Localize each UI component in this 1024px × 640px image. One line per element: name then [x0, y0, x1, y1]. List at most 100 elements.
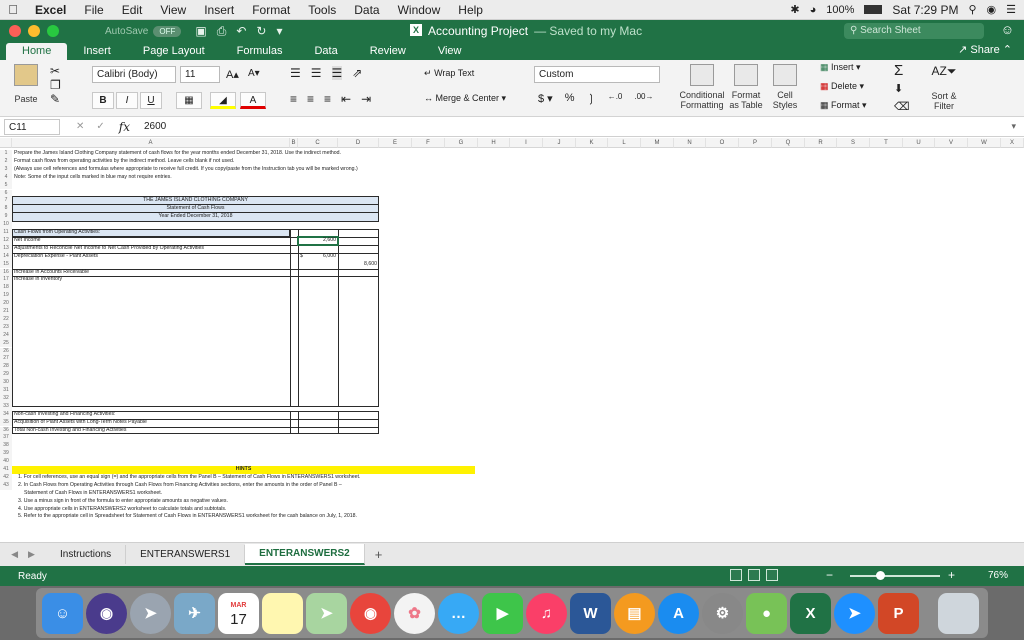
- fill-icon[interactable]: ⬇: [894, 82, 903, 95]
- menu-format[interactable]: Format: [243, 3, 299, 17]
- column-header-v[interactable]: V: [935, 138, 968, 148]
- menu-excel[interactable]: Excel: [26, 3, 75, 17]
- menu-tools[interactable]: Tools: [299, 3, 345, 17]
- percent-style-icon[interactable]: %: [565, 92, 575, 105]
- share-button[interactable]: ↗ Share ⌃: [958, 43, 1012, 56]
- row-header[interactable]: 39: [0, 450, 12, 459]
- row-header[interactable]: 15: [0, 260, 12, 269]
- undo-icon[interactable]: ↶: [236, 24, 246, 39]
- cell-a15[interactable]: Increase in Accounts Receivable: [14, 269, 89, 277]
- row-header[interactable]: 9: [0, 213, 12, 222]
- column-header-k[interactable]: K: [576, 138, 608, 148]
- wrap-text-button[interactable]: ↵ Wrap Text: [424, 68, 474, 79]
- system-preferences-icon[interactable]: ⚙: [702, 592, 743, 634]
- borders-icon[interactable]: ▦: [176, 92, 202, 109]
- period-cell[interactable]: Year Ended December 31, 2018: [12, 213, 379, 221]
- row-header[interactable]: 36: [0, 426, 12, 435]
- statement-title-cell[interactable]: Statement of Cash Flows: [12, 205, 379, 213]
- cell-a2[interactable]: Format cash flows from operating activit…: [14, 158, 234, 166]
- menu-data[interactable]: Data: [345, 3, 388, 17]
- row-header[interactable]: 7: [0, 197, 12, 206]
- messages-icon[interactable]: …: [438, 592, 479, 634]
- font-color-icon[interactable]: A: [240, 92, 266, 109]
- format-cells-button[interactable]: ▦ Format ▾: [820, 100, 867, 111]
- hint-3[interactable]: 3. Use a minus sign in front of the form…: [18, 498, 228, 506]
- spreadsheet-grid[interactable]: A B C D E F G H I J K L M N O P Q R S T …: [0, 138, 1024, 542]
- column-header-n[interactable]: N: [674, 138, 706, 148]
- font-name-select[interactable]: Calibri (Body): [92, 66, 176, 83]
- orientation-icon[interactable]: ⇗: [352, 66, 362, 80]
- merge-center-button[interactable]: ↔ Merge & Center ▾: [424, 93, 506, 104]
- decrease-decimal-icon[interactable]: .00→: [634, 92, 653, 105]
- tab-view[interactable]: View: [422, 43, 478, 60]
- row-header[interactable]: 2: [0, 157, 12, 166]
- menu-file[interactable]: File: [75, 3, 112, 17]
- tab-formulas[interactable]: Formulas: [221, 43, 299, 60]
- fill-color-icon[interactable]: ◢: [210, 92, 236, 109]
- search-sheet-input[interactable]: ⚲ Search Sheet: [844, 23, 984, 39]
- zoom-slider[interactable]: [850, 575, 940, 577]
- column-header-a[interactable]: A: [12, 138, 290, 148]
- column-header-e[interactable]: E: [379, 138, 412, 148]
- notes-icon[interactable]: [262, 592, 303, 634]
- minimize-window-button[interactable]: [28, 25, 40, 37]
- cell-a30[interactable]: Non-cash Investing and Financing Activit…: [14, 411, 116, 419]
- row-header[interactable]: 38: [0, 442, 12, 451]
- clear-icon[interactable]: ⌫: [894, 100, 910, 113]
- hint-1[interactable]: 1. For cell references, use an equal sig…: [18, 474, 360, 482]
- row-header[interactable]: 13: [0, 244, 12, 253]
- cell-a1[interactable]: Prepare the James Island Clothing Compan…: [14, 150, 341, 158]
- conditional-formatting-button[interactable]: Conditional Formatting: [676, 64, 728, 110]
- enter-icon[interactable]: ✓: [96, 121, 104, 132]
- zoom-slider-knob[interactable]: [876, 571, 885, 580]
- menu-edit[interactable]: Edit: [113, 3, 152, 17]
- column-header-d[interactable]: D: [338, 138, 379, 148]
- align-right-icon[interactable]: ≡: [324, 92, 331, 106]
- menu-help[interactable]: Help: [449, 3, 492, 17]
- row-header[interactable]: 5: [0, 181, 12, 190]
- customize-toolbar-icon[interactable]: ▾: [276, 24, 282, 39]
- row-header[interactable]: 33: [0, 402, 12, 411]
- accounting-format-icon[interactable]: $ ▾: [538, 92, 553, 105]
- tab-home[interactable]: Home: [6, 43, 68, 60]
- row-header[interactable]: 35: [0, 418, 12, 427]
- cell-c13[interactable]: 6,000: [298, 253, 336, 261]
- row-header[interactable]: 43: [0, 481, 12, 490]
- cell-a4[interactable]: Note: Some of the input cells marked in …: [14, 174, 172, 182]
- column-header-m[interactable]: M: [641, 138, 674, 148]
- align-middle-icon[interactable]: ☰: [311, 66, 322, 80]
- cell-d14[interactable]: 8,600: [338, 261, 377, 269]
- column-header-i[interactable]: I: [510, 138, 543, 148]
- row-header[interactable]: 6: [0, 189, 12, 198]
- zoom-window-button[interactable]: [47, 25, 59, 37]
- align-center-icon[interactable]: ≡: [307, 92, 314, 106]
- facetime-icon[interactable]: ▶: [482, 592, 523, 634]
- zoom-in-icon[interactable]: +: [948, 568, 955, 582]
- increase-decimal-icon[interactable]: ←.0: [608, 92, 623, 105]
- row-header[interactable]: 18: [0, 284, 12, 293]
- safari-icon[interactable]: ➤: [834, 592, 875, 634]
- cell-a13[interactable]: Depreciation Expense - Plant Assets: [14, 253, 98, 261]
- row-header[interactable]: 3: [0, 165, 12, 174]
- siri-icon[interactable]: ◉: [987, 3, 997, 16]
- format-painter-icon[interactable]: ✎: [50, 92, 61, 106]
- cell-a10[interactable]: Cash Flows from Operating Activities:: [14, 229, 100, 237]
- bluetooth-icon[interactable]: ✱: [790, 3, 799, 16]
- row-header[interactable]: 20: [0, 300, 12, 308]
- zoom-out-icon[interactable]: −: [826, 568, 833, 582]
- column-header-p[interactable]: P: [739, 138, 772, 148]
- cell-a3[interactable]: (Always use cell references and formulas…: [14, 166, 358, 174]
- calendar-icon[interactable]: MAR 17: [218, 592, 259, 634]
- cell-a32[interactable]: Total Non-cash Investing and Financing A…: [14, 427, 126, 435]
- sheet-tab-enteranswers2[interactable]: ENTERANSWERS2: [245, 544, 365, 565]
- autosave-toggle[interactable]: OFF: [153, 25, 182, 37]
- row-header[interactable]: 23: [0, 323, 12, 332]
- tab-review[interactable]: Review: [354, 43, 422, 60]
- underline-button[interactable]: U: [140, 92, 162, 109]
- row-header[interactable]: 19: [0, 292, 12, 301]
- row-header[interactable]: 30: [0, 379, 12, 387]
- column-header-u[interactable]: U: [903, 138, 935, 148]
- expand-formula-bar-icon[interactable]: ▾: [1011, 121, 1016, 132]
- row-header[interactable]: 14: [0, 252, 12, 261]
- row-header[interactable]: 25: [0, 339, 12, 348]
